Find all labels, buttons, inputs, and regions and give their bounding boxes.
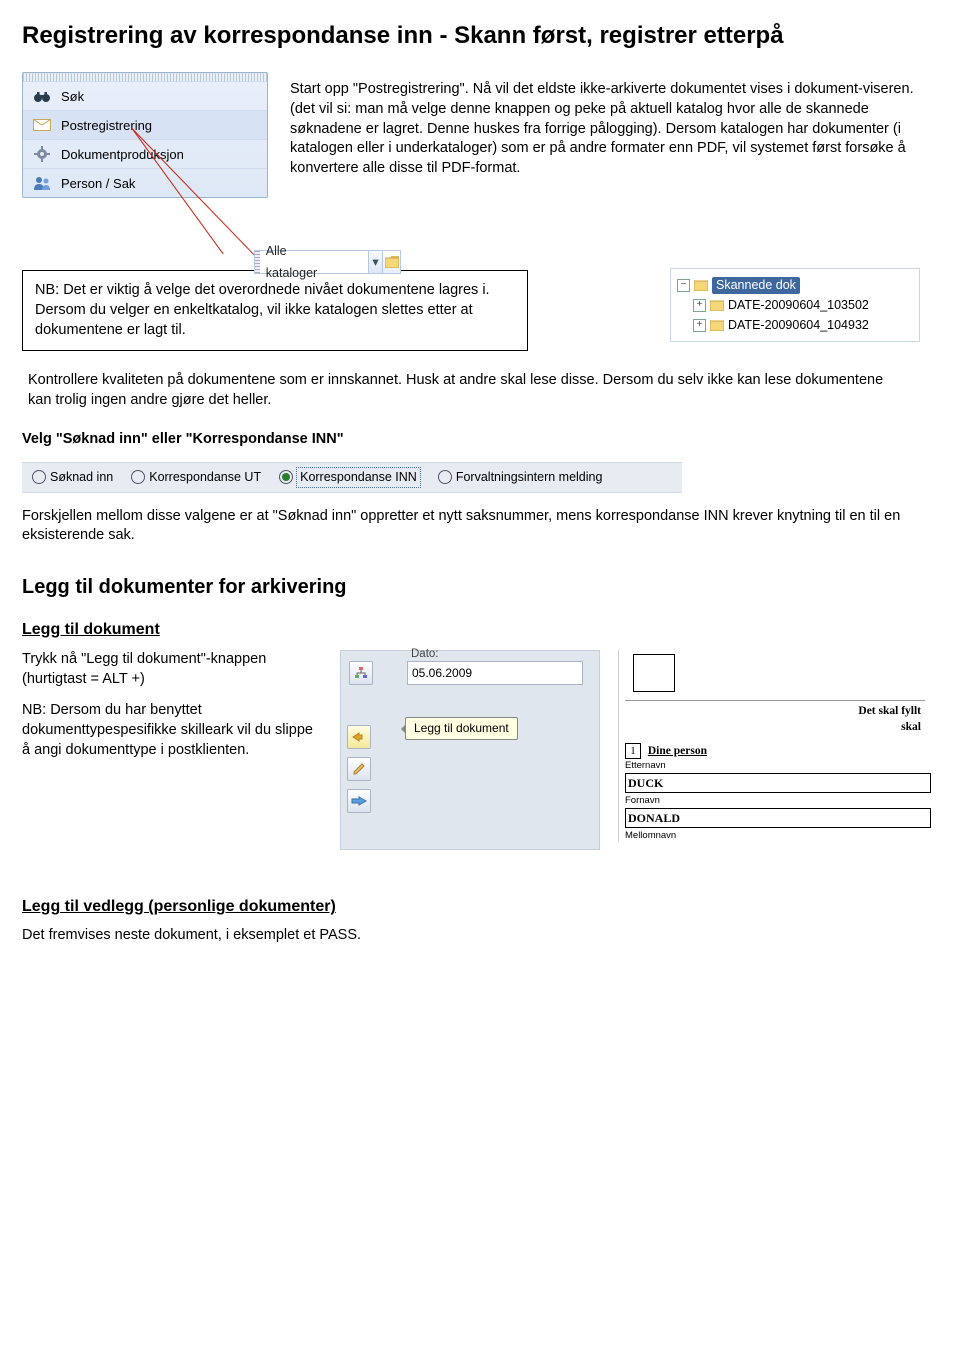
folder-button-icon[interactable]	[382, 251, 401, 273]
prev-button[interactable]	[347, 725, 371, 749]
form-label-mellomnavn: Mellomnavn	[625, 830, 925, 843]
form-label-fornavn: Fornavn	[625, 795, 925, 808]
pencil-button[interactable]	[347, 757, 371, 781]
sidebar-label: Person / Sak	[61, 175, 135, 193]
page-title: Registrering av korrespondanse inn - Ska…	[22, 20, 938, 52]
radio-forvaltningsintern[interactable]: Forvaltningsintern melding	[438, 469, 603, 486]
sidebar-label: Søk	[61, 88, 84, 106]
people-icon	[31, 174, 53, 192]
sidebar-item-sok[interactable]: Søk	[23, 82, 267, 111]
form-heading-b: skal	[901, 721, 921, 733]
sidebar-item-person-sak[interactable]: Person / Sak	[23, 169, 267, 197]
subsection-heading-vedlegg: Legg til vedlegg (personlige dokumenter)	[22, 896, 938, 918]
add-doc-nb: NB: Dersom du har benyttet dokumenttypes…	[22, 701, 322, 760]
sidebar-item-postregistrering[interactable]: Postregistrering	[23, 111, 267, 140]
tree-root[interactable]: − Skannede dok	[677, 275, 913, 295]
sidebar-label: Dokumentproduksjon	[61, 146, 184, 164]
envelope-icon	[31, 116, 53, 134]
dropdown-label: Alle kataloger	[260, 240, 368, 284]
forskjell-paragraph: Forskjellen mellom disse valgene er at "…	[22, 507, 938, 546]
section-heading-arkivering: Legg til dokumenter for arkivering	[22, 574, 938, 601]
org-icon-button[interactable]	[349, 661, 373, 685]
radio-icon	[438, 470, 452, 484]
panel-grip	[23, 73, 267, 82]
form-heading: Det skal fyllt	[858, 705, 921, 717]
radio-icon	[32, 470, 46, 484]
radio-korrespondanse-inn[interactable]: Korrespondanse INN	[279, 468, 420, 487]
next-button[interactable]	[347, 789, 371, 813]
folder-icon	[710, 299, 724, 311]
katalog-dropdown[interactable]: Alle kataloger ▾	[254, 250, 401, 274]
tree-child-label: DATE-20090604_103502	[728, 297, 869, 314]
binoculars-icon	[31, 87, 53, 105]
dato-input[interactable]	[407, 661, 583, 685]
tree-root-label: Skannede dok	[712, 277, 800, 294]
sidebar-screenshot: Søk Postregistrering Dokumentproduksjon	[22, 72, 268, 198]
section-number: 1	[625, 743, 641, 759]
radio-label: Korrespondanse INN	[297, 468, 420, 487]
tree-child-label: DATE-20090604_104932	[728, 317, 869, 334]
dato-panel: Dato: Legg til dokument	[340, 650, 600, 850]
radio-bar: Søknad inn Korrespondanse UT Korresponda…	[22, 462, 682, 493]
form-label-etternavn: Etternavn	[625, 760, 925, 773]
folder-icon	[694, 279, 708, 291]
plus-icon[interactable]: +	[693, 319, 706, 332]
tree-child[interactable]: + DATE-20090604_103502	[677, 295, 913, 315]
velg-heading: Velg "Søknad inn" eller "Korrespondanse …	[22, 430, 938, 450]
form-preview: Det skal fyllt skal 1 Dine person Ettern…	[618, 650, 925, 842]
folder-tree: − Skannede dok + DATE-20090604_103502 + …	[670, 268, 920, 342]
form-value-etternavn: DUCK	[625, 773, 931, 793]
intro-paragraph: Start opp "Postregistrering". Nå vil det…	[290, 80, 938, 186]
vedlegg-paragraph: Det fremvises neste dokument, i eksemple…	[22, 926, 938, 946]
kvalitet-paragraph: Kontrollere kvaliteten på dokumentene so…	[28, 371, 898, 410]
gear-icon	[31, 145, 53, 163]
sidebar-label: Postregistrering	[61, 117, 152, 135]
tooltip-legg-til-dokument: Legg til dokument	[405, 717, 518, 739]
form-section-title: Dine person	[648, 745, 707, 757]
subsection-heading-legg-til-dokument: Legg til dokument	[22, 619, 938, 641]
form-value-fornavn: DONALD	[625, 808, 931, 828]
radio-icon	[279, 470, 293, 484]
plus-icon[interactable]: +	[693, 299, 706, 312]
radio-soknad-inn[interactable]: Søknad inn	[32, 469, 113, 486]
radio-korrespondanse-ut[interactable]: Korrespondanse UT	[131, 469, 261, 486]
add-doc-instruction: Trykk nå "Legg til dokument"-knappen (hu…	[22, 650, 322, 689]
radio-label: Søknad inn	[50, 469, 113, 486]
tree-child[interactable]: + DATE-20090604_104932	[677, 315, 913, 335]
radio-label: Forvaltningsintern melding	[456, 469, 603, 486]
radio-label: Korrespondanse UT	[149, 469, 261, 486]
chevron-down-icon[interactable]: ▾	[368, 251, 382, 273]
minus-icon[interactable]: −	[677, 279, 690, 292]
radio-icon	[131, 470, 145, 484]
folder-icon	[710, 319, 724, 331]
